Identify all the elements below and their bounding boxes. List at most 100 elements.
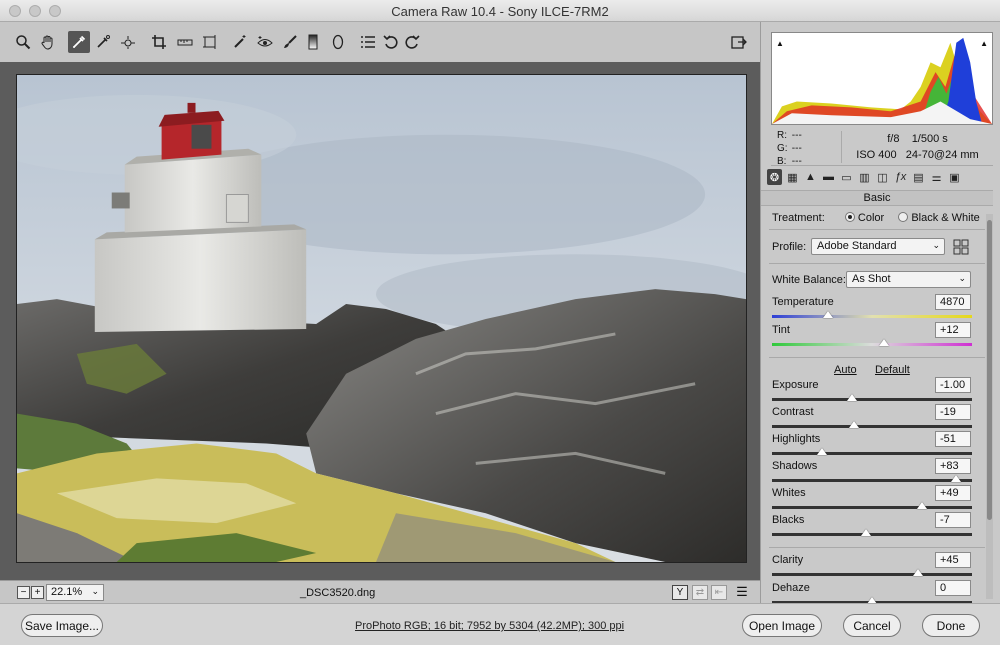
tint-slider-track[interactable] <box>772 343 972 346</box>
clarity-label: Clarity <box>772 554 804 566</box>
straighten-tool[interactable] <box>174 31 196 53</box>
whites-value-field[interactable]: +49 <box>935 485 971 501</box>
done-button[interactable]: Done <box>922 614 980 637</box>
tab-presets[interactable]: ⚌ <box>929 169 944 185</box>
blacks-slider-thumb[interactable] <box>861 529 871 536</box>
highlight-clipping-icon[interactable]: ▲ <box>980 39 988 48</box>
zoom-level-select[interactable]: 22.1% ⌄ <box>46 584 104 601</box>
graduated-filter-tool[interactable] <box>302 31 324 53</box>
highlights-slider-thumb[interactable] <box>817 448 827 455</box>
highlights-value-field[interactable]: -51 <box>935 431 971 447</box>
exif-info: f/8 1/500 s ISO 400 24-70@24 mm <box>841 131 993 163</box>
crop-tool[interactable] <box>148 31 170 53</box>
cancel-button[interactable]: Cancel <box>843 614 901 637</box>
rotate-cw-icon <box>405 35 420 49</box>
tab-snapshots[interactable]: ▣ <box>947 169 962 185</box>
blacks-slider-track[interactable] <box>772 533 972 536</box>
panel-scrollbar[interactable] <box>986 214 993 599</box>
treatment-bw-radio[interactable] <box>898 212 909 222</box>
rotate-right-tool[interactable] <box>401 31 423 53</box>
exposure-slider-track[interactable] <box>772 398 972 401</box>
tab-effects[interactable]: ƒx <box>893 169 908 185</box>
open-image-button[interactable]: Open Image <box>742 614 822 637</box>
rgb-readout: R: --- G: --- B: --- <box>777 129 804 168</box>
whites-slider-thumb[interactable] <box>917 502 927 509</box>
clarity-slider-track[interactable] <box>772 573 972 576</box>
clarity-value-field[interactable]: +45 <box>935 552 971 568</box>
auto-button[interactable]: Auto <box>834 364 857 376</box>
fullscreen-button[interactable] <box>728 31 750 53</box>
chevron-down-icon: ⌄ <box>958 273 966 283</box>
targeted-adjustment-tool[interactable] <box>117 31 139 53</box>
tab-detail[interactable]: ▲ <box>803 169 818 185</box>
window-title: Camera Raw 10.4 - Sony ILCE-7RM2 <box>391 4 609 19</box>
shadows-slider-thumb[interactable] <box>951 475 961 482</box>
photo-preview[interactable] <box>16 74 747 563</box>
lighthouse-photo <box>17 75 746 562</box>
color-sampler-tool[interactable] <box>92 31 114 53</box>
copy-settings-icon[interactable]: ⇤ <box>711 585 727 600</box>
white-balance-select[interactable]: As Shot ⌄ <box>846 271 971 288</box>
before-after-button[interactable]: Y <box>672 585 688 600</box>
tab-lens-corrections[interactable]: ▥ <box>857 169 872 185</box>
swap-settings-icon[interactable]: ⇄ <box>692 585 708 600</box>
default-button[interactable]: Default <box>875 364 910 376</box>
clarity-slider-thumb[interactable] <box>913 569 923 576</box>
b-label: B: <box>777 156 787 167</box>
treatment-color-radio[interactable] <box>844 212 855 222</box>
file-name: _DSC3520.dng <box>300 587 376 599</box>
blacks-value-field[interactable]: -7 <box>935 512 971 528</box>
preview-preferences-icon[interactable]: ☰ <box>734 585 750 600</box>
preferences-tool[interactable] <box>357 31 379 53</box>
shadow-clipping-icon[interactable]: ▲ <box>776 39 784 48</box>
save-image-button[interactable]: Save Image... <box>21 614 103 637</box>
tab-basic[interactable]: ❂ <box>767 169 782 185</box>
spot-removal-tool[interactable] <box>229 31 251 53</box>
contrast-label: Contrast <box>772 406 814 418</box>
tab-calibration[interactable]: ▤ <box>911 169 926 185</box>
profile-browser-icon[interactable] <box>953 239 969 255</box>
contrast-value-field[interactable]: -19 <box>935 404 971 420</box>
whites-label: Whites <box>772 487 806 499</box>
shadows-slider-track[interactable] <box>772 479 972 482</box>
title-bar: Camera Raw 10.4 - Sony ILCE-7RM2 <box>0 0 1000 22</box>
tab-split-toning[interactable]: ▭ <box>839 169 854 185</box>
exposure-value-field[interactable]: -1.00 <box>935 377 971 393</box>
scrollbar-thumb[interactable] <box>987 220 992 520</box>
profile-select[interactable]: Adobe Standard ⌄ <box>811 238 945 255</box>
whites-slider-track[interactable] <box>772 506 972 509</box>
list-icon <box>361 36 375 48</box>
transform-tool[interactable] <box>199 31 221 53</box>
section-title: Basic <box>761 190 993 206</box>
temperature-slider-thumb[interactable] <box>823 311 833 318</box>
white-balance-tool[interactable] <box>68 31 90 53</box>
highlights-slider-track[interactable] <box>772 452 972 455</box>
adjustment-brush-tool[interactable] <box>279 31 301 53</box>
temperature-value-field[interactable]: 4870 <box>935 294 971 310</box>
zoom-in-button[interactable]: + <box>31 586 44 599</box>
profile-label: Profile: <box>772 241 807 253</box>
brush-spot-icon <box>234 35 246 48</box>
rotate-left-tool[interactable] <box>380 31 402 53</box>
target-icon <box>121 36 135 49</box>
tab-tone-curve[interactable]: ▦ <box>785 169 800 185</box>
contrast-slider-thumb[interactable] <box>849 421 859 428</box>
zoom-out-button[interactable]: − <box>17 586 30 599</box>
ellipse-icon <box>332 34 344 50</box>
tab-hsl[interactable]: ▬ <box>821 169 836 185</box>
red-eye-tool[interactable] <box>254 31 276 53</box>
zoom-tool[interactable] <box>12 31 34 53</box>
divider <box>769 229 985 230</box>
histogram: ▲ ▲ <box>771 32 993 125</box>
dehaze-value-field[interactable]: 0 <box>935 580 971 596</box>
radial-filter-tool[interactable] <box>327 31 349 53</box>
tint-slider-thumb[interactable] <box>879 339 889 346</box>
tint-value-field[interactable]: +12 <box>935 322 971 338</box>
shadows-value-field[interactable]: +83 <box>935 458 971 474</box>
contrast-slider-track[interactable] <box>772 425 972 428</box>
exposure-slider-thumb[interactable] <box>847 394 857 401</box>
workflow-options-link[interactable]: ProPhoto RGB; 16 bit; 7952 by 5304 (42.2… <box>355 620 624 632</box>
hand-tool[interactable] <box>37 31 59 53</box>
temperature-slider-track[interactable] <box>772 315 972 318</box>
tab-transform[interactable]: ◫ <box>875 169 890 185</box>
